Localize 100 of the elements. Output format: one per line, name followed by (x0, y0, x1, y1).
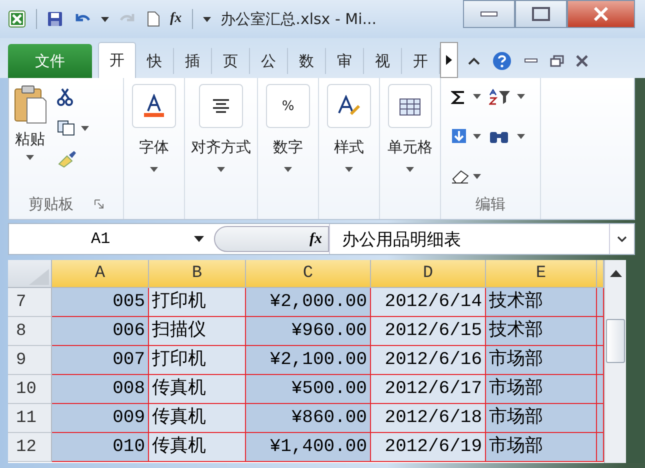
customize-caret-icon[interactable] (202, 16, 211, 22)
table-cell: ¥960.00 (246, 317, 371, 346)
function-glyph[interactable]: fx (170, 11, 182, 27)
column-header[interactable]: B (149, 260, 246, 288)
dialog-launcher-icon[interactable] (94, 199, 104, 209)
column-header[interactable]: D (371, 260, 486, 288)
group-button[interactable]: 对齐方式 (189, 84, 253, 172)
eraser-icon[interactable] (451, 168, 471, 184)
paste-button[interactable]: 粘贴 (13, 84, 47, 189)
row-header[interactable]: 7 (8, 288, 52, 317)
ribbon-tab[interactable]: 页 (212, 48, 250, 74)
table-cell: 打印机 (149, 346, 246, 375)
column-header[interactable]: A (52, 260, 149, 288)
ribbon-tab[interactable]: 插 (174, 48, 212, 74)
file-tab[interactable]: 文件 (8, 44, 92, 78)
close-button[interactable] (567, 0, 635, 28)
sort-filter-icon[interactable] (489, 88, 511, 105)
arrow-right-icon (446, 55, 452, 65)
group-button[interactable]: % 数字 (262, 84, 314, 172)
maximize-icon (532, 7, 550, 21)
row-header[interactable]: 12 (8, 433, 52, 462)
table-cell: 技术部 (486, 317, 597, 346)
triangle-icon (27, 269, 49, 285)
table-cell: 市场部 (486, 404, 597, 433)
ribbon-tab[interactable]: 视 (364, 48, 402, 74)
group-button[interactable]: 字体 (128, 84, 180, 172)
dropdown-caret-icon[interactable] (26, 155, 34, 160)
spreadsheet-app-icon (8, 10, 26, 28)
row-header[interactable]: 11 (8, 404, 52, 433)
column-header[interactable]: C (246, 260, 371, 288)
row-header[interactable]: 10 (8, 375, 52, 404)
scroll-up-icon[interactable] (610, 270, 622, 277)
table-cell: 打印机 (149, 288, 246, 317)
dropdown-caret-icon[interactable] (150, 167, 158, 172)
dropdown-caret-icon[interactable] (217, 167, 225, 172)
dropdown-caret-icon[interactable] (473, 134, 481, 139)
fill-down-icon[interactable] (451, 128, 467, 144)
ribbon-tab[interactable]: 开 (98, 42, 136, 78)
column-header[interactable]: E (486, 260, 597, 288)
group-label: 剪贴板 (28, 194, 74, 214)
maximize-button[interactable] (515, 0, 567, 28)
document-icon[interactable] (147, 11, 160, 27)
dropdown-caret-icon[interactable] (517, 94, 525, 100)
window-title: 办公室汇总.xlsx - Mi... (220, 10, 377, 28)
dropdown-caret-icon[interactable] (406, 167, 414, 172)
row-header[interactable]: 9 (8, 346, 52, 375)
table-cell: 2012/6/14 (371, 288, 486, 317)
chevron-down-icon (617, 236, 627, 242)
collapse-ribbon-icon[interactable] (468, 57, 480, 65)
dropdown-caret-icon[interactable] (473, 94, 481, 100)
scroll-right-button[interactable] (440, 42, 458, 78)
cell-style-icon (337, 95, 361, 117)
table-cell: 2012/6/18 (371, 404, 486, 433)
ribbon-tab[interactable]: 公 (250, 48, 288, 74)
ribbon-tab[interactable]: 审 (326, 48, 364, 74)
close-icon[interactable] (576, 55, 588, 67)
dropdown-caret-icon[interactable] (517, 134, 525, 139)
table-cell: 2012/6/15 (371, 317, 486, 346)
table-cell: ¥2,100.00 (246, 346, 371, 375)
font-color-icon (143, 94, 165, 118)
format-painter-icon[interactable] (57, 150, 77, 168)
name-box[interactable]: A1 (9, 230, 214, 248)
sum-icon[interactable] (451, 90, 465, 104)
table-cell: 市场部 (486, 433, 597, 462)
table-cell: 传真机 (149, 433, 246, 462)
ribbon-tab[interactable]: 数 (288, 48, 326, 74)
cut-icon[interactable] (57, 88, 73, 106)
save-icon[interactable] (47, 11, 63, 27)
group-button[interactable]: 单元格 (384, 84, 436, 172)
table-cell: 006 (52, 317, 149, 346)
table-cell: 传真机 (149, 375, 246, 404)
dropdown-caret-icon[interactable] (284, 167, 292, 172)
formula-field[interactable]: 办公用品明细表 (329, 224, 609, 254)
caret-icon[interactable] (101, 16, 109, 22)
table-cell: 市场部 (486, 346, 597, 375)
dropdown-caret-icon[interactable] (473, 174, 481, 179)
table-cell: 扫描仪 (149, 317, 246, 346)
scrollbar-thumb[interactable] (606, 319, 625, 363)
close-icon (593, 7, 609, 21)
restore-icon[interactable] (550, 55, 564, 67)
row-header[interactable]: 8 (8, 317, 52, 346)
table-cell: 005 (52, 288, 149, 317)
group-label: 编辑 (476, 194, 506, 214)
dropdown-caret-icon[interactable] (345, 167, 353, 172)
group-button[interactable]: 样式 (323, 84, 375, 172)
table-cell: ¥2,000.00 (246, 288, 371, 317)
minimize-button[interactable] (463, 0, 515, 28)
table-cell: 008 (52, 375, 149, 404)
table-cell: 007 (52, 346, 149, 375)
table-cell: 技术部 (486, 288, 597, 317)
copy-icon[interactable] (57, 120, 75, 136)
table-cell: 2012/6/16 (371, 346, 486, 375)
table-cell: 市场部 (486, 375, 597, 404)
ribbon-tab[interactable]: 快 (136, 48, 174, 74)
insert-function-button[interactable]: fx (214, 226, 329, 252)
table-cell: ¥1,400.00 (246, 433, 371, 462)
dropdown-caret-icon[interactable] (81, 126, 89, 130)
table-cell: 2012/6/17 (371, 375, 486, 404)
minimize-icon[interactable] (524, 58, 538, 64)
help-icon[interactable] (492, 51, 512, 71)
